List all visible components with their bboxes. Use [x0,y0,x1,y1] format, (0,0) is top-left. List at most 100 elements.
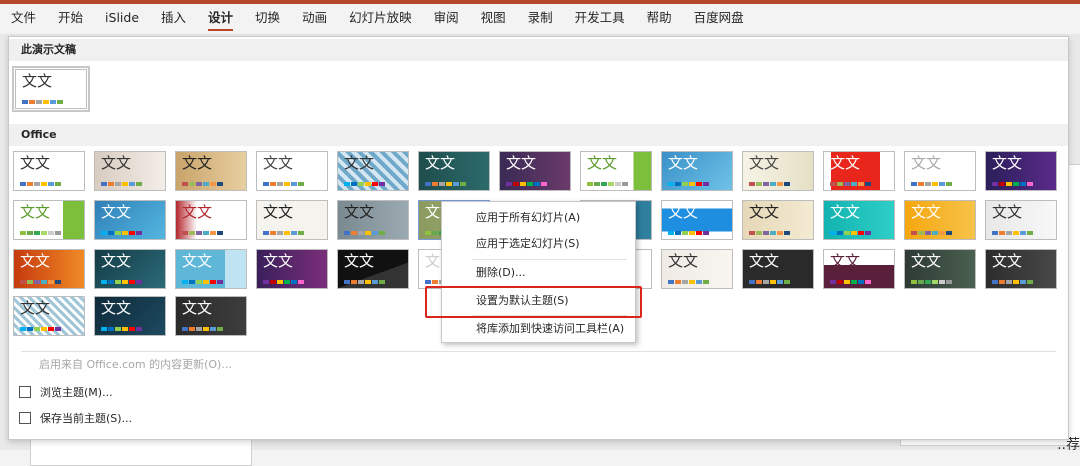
office-theme-thumbnail[interactable]: 文文 [337,151,409,191]
office-theme-thumbnail[interactable]: 文文 [661,151,733,191]
browse-icon [19,386,31,398]
office-theme-thumbnail[interactable]: 文文 [13,200,85,240]
office-theme-thumbnail[interactable]: 文文 [337,249,409,289]
color-swatch [615,182,621,186]
gallery-footer: 启用来自 Office.com 的内容更新(O)... 浏览主题(M)... 保… [9,351,1068,439]
tab-animations[interactable]: 动画 [291,4,338,34]
color-swatch [277,182,283,186]
color-swatch [136,280,142,284]
office-theme-thumbnail[interactable]: 文文 [256,249,328,289]
color-swatch [506,182,512,186]
theme-color-swatches [20,231,61,235]
theme-title-text: 文文 [344,154,375,172]
tab-slideshow[interactable]: 幻灯片放映 [338,4,423,34]
theme-title-text: 文文 [20,252,51,270]
color-swatch [587,182,593,186]
office-theme-thumbnail[interactable]: 文文 [985,151,1057,191]
color-swatch [27,231,33,235]
office-theme-thumbnail[interactable]: 文文 [418,151,490,191]
office-theme-thumbnail[interactable]: 文文 [904,249,976,289]
tab-view[interactable]: 视图 [470,4,517,34]
office-theme-thumbnail[interactable]: 文文 [499,151,571,191]
tab-baidu-netdisk[interactable]: 百度网盘 [683,4,755,34]
color-swatch [34,231,40,235]
browse-themes-button[interactable]: 浏览主题(M)... [19,381,113,403]
color-swatch [1020,182,1026,186]
color-swatch [27,327,33,331]
tab-help[interactable]: 帮助 [636,4,683,34]
tab-transitions[interactable]: 切换 [244,4,291,34]
save-current-theme-button[interactable]: 保存当前主题(S)... [19,407,132,429]
color-swatch [48,327,54,331]
color-swatch [136,231,142,235]
color-swatch [911,280,917,284]
theme-title-text: 文文 [830,154,861,172]
office-theme-thumbnail[interactable]: 文文 [985,249,1057,289]
color-swatch [932,231,938,235]
tab-developer[interactable]: 开发工具 [564,4,636,34]
office-theme-thumbnail[interactable]: 文文 [337,200,409,240]
color-swatch [932,280,938,284]
tab-record[interactable]: 录制 [517,4,564,34]
office-theme-thumbnail[interactable]: 文文 [13,151,85,191]
office-theme-thumbnail[interactable]: 文文 [661,200,733,240]
office-theme-thumbnail[interactable]: 文文 [256,200,328,240]
office-theme-thumbnail[interactable]: 文文 [985,200,1057,240]
office-theme-thumbnail[interactable]: 文文 [904,200,976,240]
color-swatch [298,231,304,235]
theme-color-swatches [101,327,142,331]
tab-review[interactable]: 审阅 [423,4,470,34]
office-theme-thumbnail[interactable]: 文文 [823,249,895,289]
theme-color-swatches [20,327,61,331]
add-gallery-to-quick-access[interactable]: 将库添加到快速访问工具栏(A) [442,317,635,341]
color-swatch [34,280,40,284]
theme-color-swatches [830,231,871,235]
office-theme-thumbnail[interactable]: 文文 [256,151,328,191]
tab-file[interactable]: 文件 [0,4,47,34]
office-theme-thumbnail[interactable]: 文文 [175,296,247,336]
apply-to-selected-slides[interactable]: 应用于选定幻灯片(S) [442,232,635,256]
color-swatch [284,280,290,284]
color-swatch [115,280,121,284]
color-swatch [460,182,466,186]
office-theme-thumbnail[interactable]: 文文 [175,200,247,240]
tab-home[interactable]: 开始 [47,4,94,34]
color-swatch [837,280,843,284]
office-theme-thumbnail[interactable]: 文文 [742,151,814,191]
theme-color-swatches [992,182,1033,186]
office-theme-thumbnail[interactable]: 文文 [94,200,166,240]
office-header: Office [9,124,1068,146]
office-theme-thumbnail[interactable]: 文文 [823,151,895,191]
office-theme-thumbnail[interactable]: 文文 [13,296,85,336]
color-swatch [784,182,790,186]
tab-design[interactable]: 设计 [197,4,244,34]
office-theme-thumbnail[interactable]: 文文 [904,151,976,191]
office-theme-thumbnail[interactable]: 文文 [94,296,166,336]
tab-islide[interactable]: iSlide [94,4,150,34]
color-swatch [115,182,121,186]
color-swatch [837,182,843,186]
color-swatch [432,231,438,235]
color-swatch [189,280,195,284]
tab-insert[interactable]: 插入 [150,4,197,34]
office-theme-thumbnail[interactable]: 文文 [94,249,166,289]
theme-color-swatches [749,231,790,235]
office-theme-thumbnail[interactable]: 文文 [742,249,814,289]
this-presentation-header: 此演示文稿 [9,39,1068,61]
color-swatch [277,231,283,235]
apply-to-all-slides[interactable]: 应用于所有幻灯片(A) [442,206,635,230]
office-theme-thumbnail[interactable]: 文文 [175,249,247,289]
delete-theme[interactable]: 删除(D)... [442,261,635,285]
office-theme-thumbnail[interactable]: 文文 [94,151,166,191]
office-theme-thumbnail[interactable]: 文文 [580,151,652,191]
office-theme-thumbnail[interactable]: 文文 [823,200,895,240]
office-theme-thumbnail[interactable]: 文文 [13,249,85,289]
theme-color-swatches [22,100,63,104]
color-swatch [41,327,47,331]
office-theme-thumbnail[interactable]: 文文 [661,249,733,289]
theme-title-text: 文文 [992,154,1023,172]
theme-title-text: 文文 [749,252,780,270]
office-theme-thumbnail[interactable]: 文文 [175,151,247,191]
office-theme-thumbnail[interactable]: 文文 [742,200,814,240]
current-theme-thumbnail[interactable]: 文文 [12,66,90,112]
